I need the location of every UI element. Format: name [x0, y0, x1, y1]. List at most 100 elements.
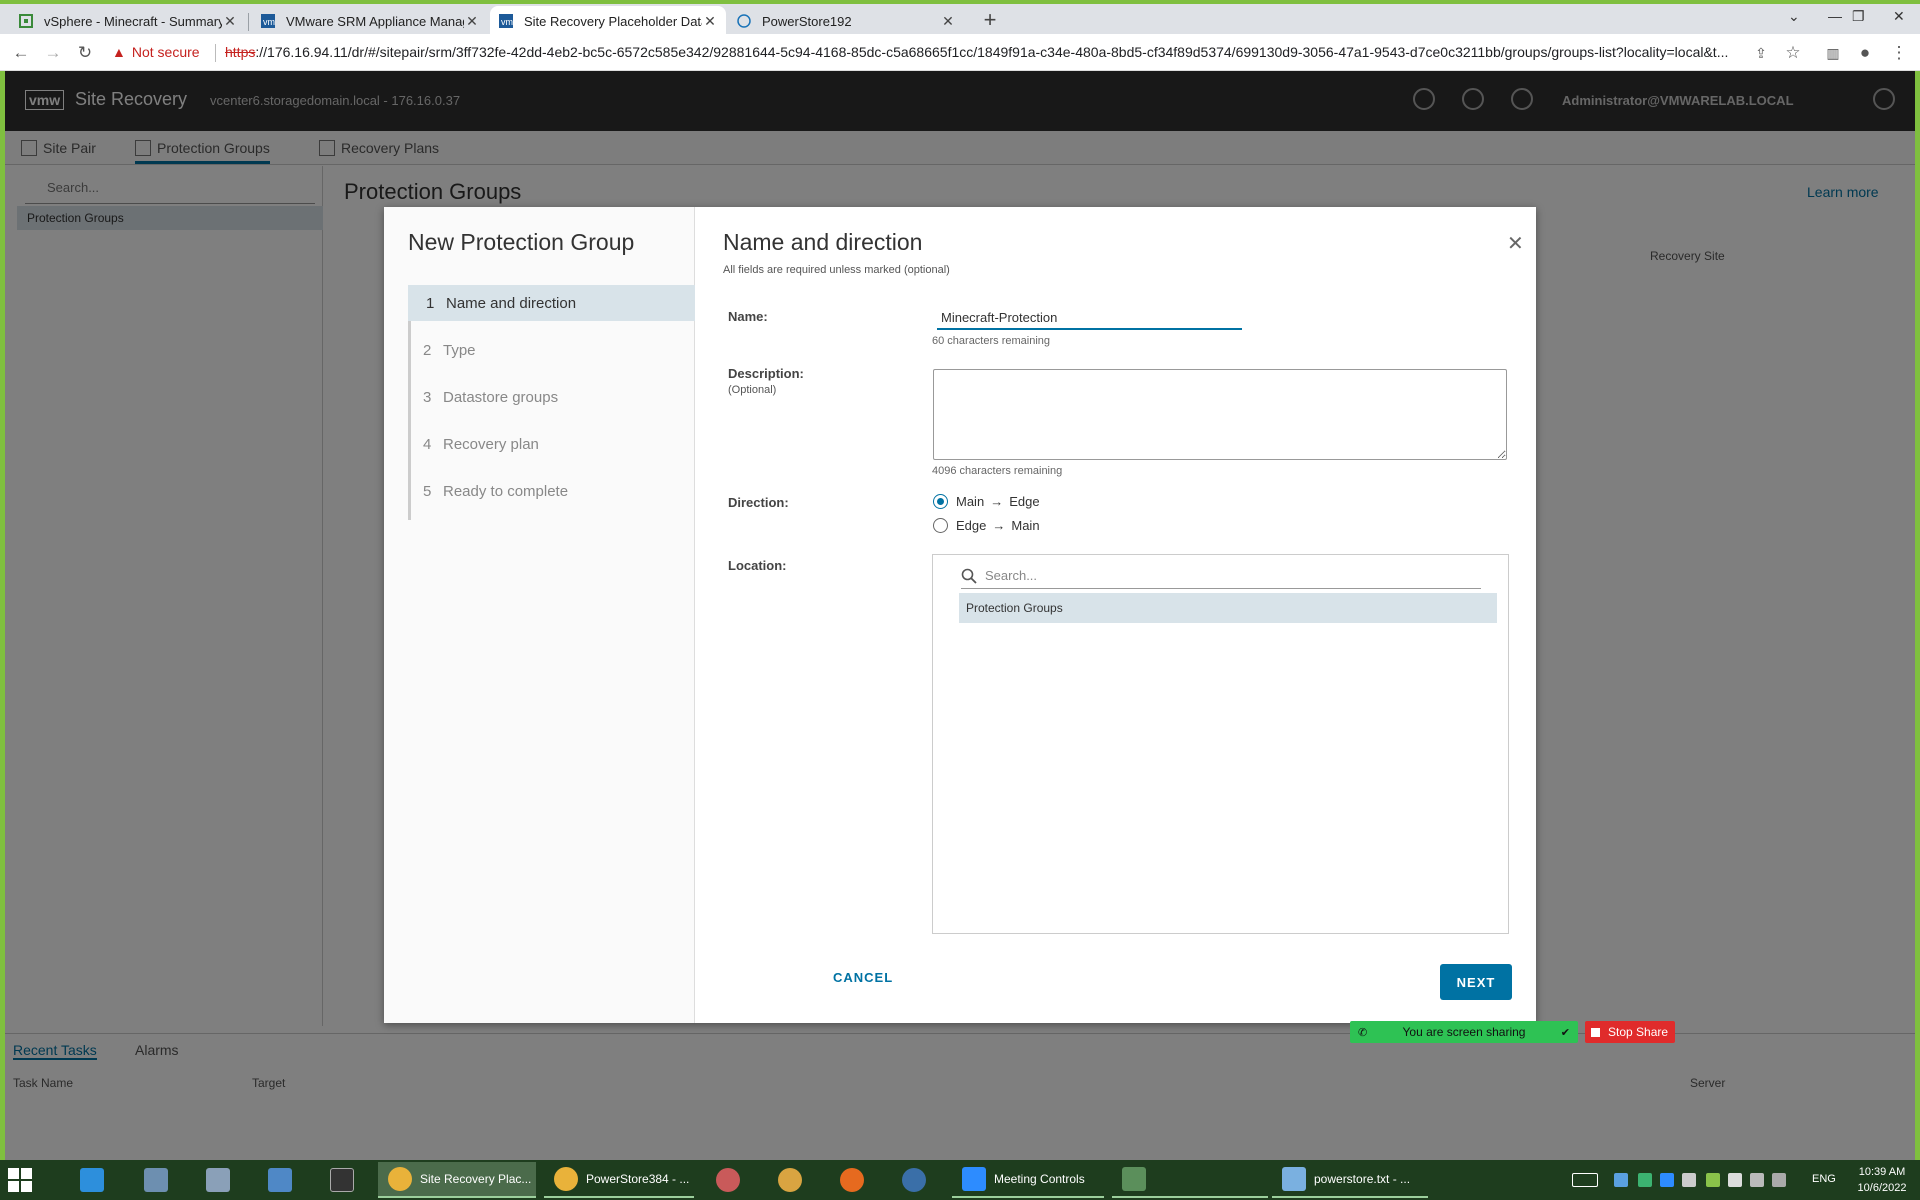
direction-main-to-edge[interactable]: Main → Edge [933, 494, 1040, 509]
window-icon [1122, 1167, 1146, 1191]
section-title: Name and direction [723, 229, 923, 255]
terminal-icon[interactable] [330, 1162, 362, 1198]
svg-text:vm: vm [501, 17, 513, 27]
browser-menu-icon[interactable]: ⋮ [1886, 40, 1912, 66]
zoom-tray-icon[interactable] [1660, 1173, 1674, 1187]
description-optional-label: (Optional) [728, 384, 777, 396]
next-button[interactable]: NEXT [1440, 964, 1512, 1000]
chrome-icon [388, 1167, 412, 1191]
description-textarea[interactable] [933, 369, 1507, 460]
network-status-icon[interactable] [1750, 1173, 1764, 1187]
taskbar-site-recovery[interactable]: Site Recovery Plac... [378, 1162, 536, 1198]
required-note: All fields are required unless marked (o… [723, 264, 950, 276]
flag-icon[interactable] [1728, 1173, 1742, 1187]
location-tree: Search... Protection Groups [932, 554, 1509, 934]
location-search-input[interactable]: Search... [961, 563, 1481, 589]
security-shield-icon[interactable] [902, 1162, 934, 1198]
stop-share-label: Stop Share [1608, 1025, 1669, 1039]
tab-powerstore192[interactable]: PowerStore192 ✕ [728, 6, 964, 36]
taskbar-notepad[interactable]: powerstore.txt - ... [1272, 1162, 1428, 1198]
name-input[interactable] [937, 306, 1242, 330]
tab-title: Site Recovery Placeholder Datast [524, 13, 702, 29]
step-recovery-plan[interactable]: 4 Recovery plan [411, 426, 695, 462]
radio-unselected[interactable] [933, 518, 948, 533]
volume-icon[interactable] [1772, 1173, 1786, 1187]
stop-icon [1591, 1027, 1600, 1037]
stop-share-button[interactable]: Stop Share [1585, 1021, 1675, 1043]
taskbar-label: powerstore.txt - ... [1314, 1172, 1411, 1186]
internet-explorer-icon[interactable] [80, 1162, 112, 1198]
step-number: 2 [423, 341, 432, 359]
step-label: Recovery plan [443, 435, 539, 453]
tab-close-icon[interactable]: ✕ [464, 13, 480, 30]
profile-icon[interactable]: ● [1852, 40, 1878, 66]
tab-search-chevron-icon[interactable]: ⌄ [1788, 8, 1800, 25]
forward-icon[interactable]: → [40, 40, 66, 66]
arrow-right-icon: → [992, 518, 1006, 533]
server-manager-icon[interactable] [144, 1162, 176, 1198]
language-indicator[interactable]: ENG [1812, 1173, 1836, 1185]
reload-icon[interactable]: ↻ [72, 40, 98, 66]
cancel-button[interactable]: CANCEL [833, 970, 893, 985]
minimize-icon[interactable]: — [1828, 8, 1842, 24]
tray-monitor-icon[interactable] [1682, 1173, 1696, 1187]
notepad-icon [1282, 1167, 1306, 1191]
browser-tab-bar: vSphere - Minecraft - Summary ✕ vm VMwar… [0, 0, 1920, 36]
step-type[interactable]: 2 Type [411, 332, 695, 368]
close-window-icon[interactable]: ✕ [1893, 8, 1905, 25]
name-hint: 60 characters remaining [932, 335, 1051, 347]
url-field[interactable]: https://176.16.94.11/dr/#/sitepair/srm/3… [225, 44, 1745, 60]
new-tab-icon[interactable]: + [976, 8, 1004, 34]
tab-srm-appliance[interactable]: vm VMware SRM Appliance Manage ✕ [252, 6, 488, 36]
step-name-and-direction[interactable]: 1 Name and direction [408, 285, 695, 321]
tab-close-icon[interactable]: ✕ [940, 13, 956, 30]
tray-app-icon[interactable] [1638, 1173, 1652, 1187]
close-icon[interactable]: ✕ [1507, 231, 1524, 256]
tab-close-icon[interactable]: ✕ [702, 13, 718, 30]
tab-divider [248, 13, 249, 31]
direction-from: Edge [956, 518, 987, 533]
maximize-icon[interactable]: ❐ [1852, 8, 1865, 25]
side-panel-icon[interactable]: ▥ [1820, 40, 1846, 66]
tab-close-icon[interactable]: ✕ [222, 13, 238, 30]
taskbar-meeting-controls[interactable]: Meeting Controls [952, 1162, 1104, 1198]
firefox-icon[interactable] [840, 1162, 872, 1198]
wizard-steps: 1 Name and direction 2 Type 3 Datastore gro… [408, 285, 695, 520]
paint-icon[interactable] [778, 1162, 810, 1198]
start-icon[interactable] [8, 1162, 32, 1198]
location-item-protection-groups[interactable]: Protection Groups [959, 593, 1497, 623]
step-label: Ready to complete [443, 482, 569, 500]
tab-vsphere-summary[interactable]: vSphere - Minecraft - Summary ✕ [10, 6, 246, 36]
back-icon[interactable]: ← [8, 40, 34, 66]
arrow-right-icon: → [990, 494, 1004, 509]
tray-check-icon[interactable] [1706, 1173, 1720, 1187]
radio-selected[interactable] [933, 494, 948, 509]
taskbar-app-window[interactable] [1112, 1162, 1268, 1198]
tab-site-recovery[interactable]: vm Site Recovery Placeholder Datast ✕ [490, 6, 726, 36]
clock-time: 10:39 AM [1858, 1166, 1906, 1178]
snipping-tool-icon[interactable] [716, 1162, 748, 1198]
system-clock[interactable]: 10:39 AM 10/6/2022 [1848, 1164, 1916, 1196]
new-protection-group-dialog: New Protection Group 1 Name and direction… [384, 207, 1536, 1023]
step-ready-to-complete[interactable]: 5 Ready to complete [411, 473, 695, 509]
screen-sharing-banner[interactable]: ✆ You are screen sharing ✔ [1350, 1021, 1578, 1043]
taskbar-powerstore384[interactable]: PowerStore384 - ... [544, 1162, 694, 1198]
step-datastore-groups[interactable]: 3 Datastore groups [411, 379, 695, 415]
direction-edge-to-main[interactable]: Edge → Main [933, 518, 1040, 533]
name-label: Name: [728, 309, 768, 324]
network-icon[interactable] [206, 1162, 238, 1198]
remote-desktop-icon[interactable] [268, 1162, 300, 1198]
search-icon [961, 568, 977, 584]
address-bar-row: ← → ↻ ▲ Not secure https://176.16.94.11/d… [0, 34, 1920, 71]
step-label: Type [443, 341, 476, 359]
keyboard-icon[interactable] [1572, 1173, 1598, 1187]
wizard-sidebar: New Protection Group 1 Name and direction… [384, 207, 695, 1023]
not-secure-badge[interactable]: ▲ Not secure [112, 44, 200, 60]
vmware-icon: vm [260, 13, 276, 29]
url-divider [215, 44, 216, 62]
phone-icon: ✆ [1358, 1026, 1368, 1039]
zoom-icon [962, 1167, 986, 1191]
bookmark-star-icon[interactable]: ☆ [1780, 40, 1806, 66]
bluetooth-icon[interactable] [1614, 1173, 1628, 1187]
share-icon[interactable]: ⇪ [1748, 40, 1774, 66]
